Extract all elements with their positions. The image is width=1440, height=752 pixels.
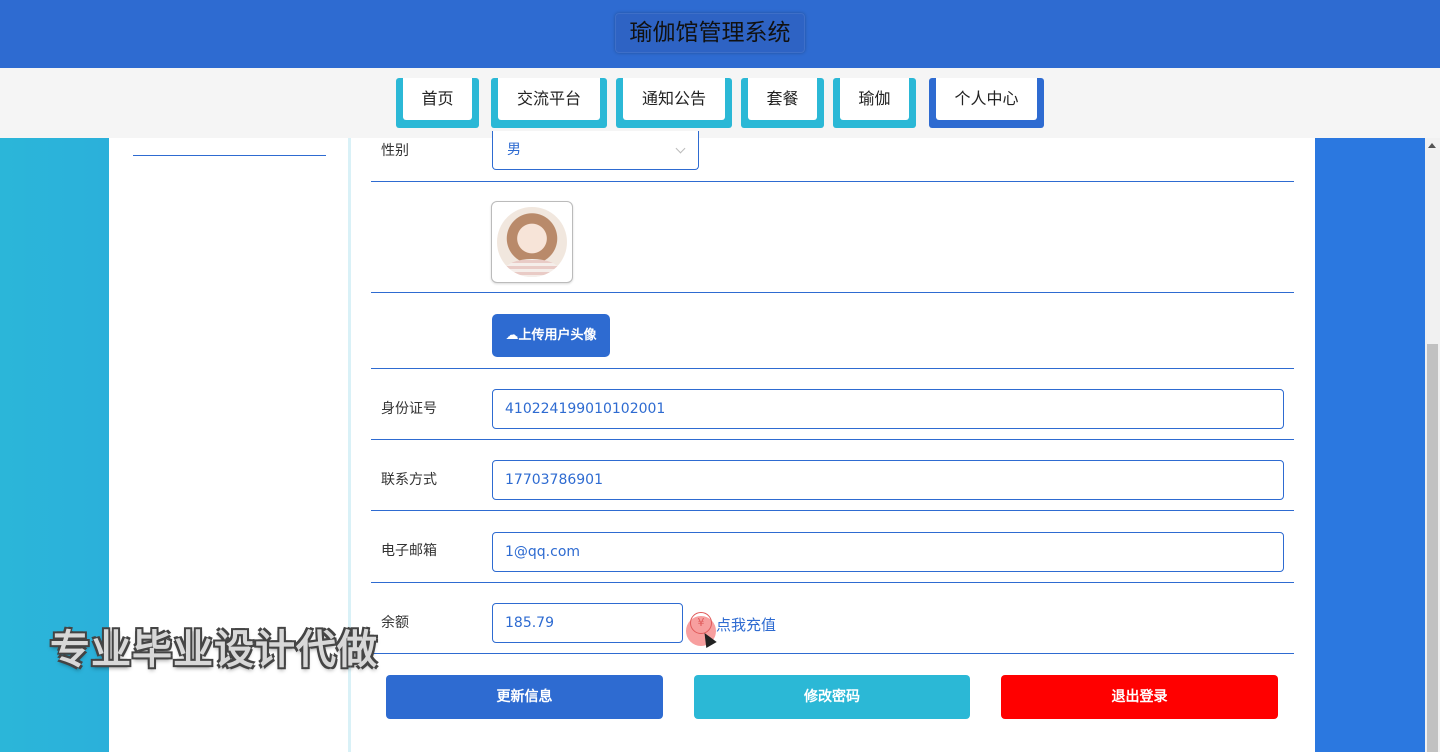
nav-home[interactable]: 首页: [396, 78, 479, 128]
system-title: 瑜伽馆管理系统: [615, 13, 805, 53]
cloud-upload-icon: ☁: [505, 328, 519, 343]
nav-notice-label: 通知公告: [623, 78, 725, 120]
email-label: 电子邮箱: [381, 543, 437, 559]
nav-forum-label: 交流平台: [498, 78, 600, 120]
nav-package-label: 套餐: [748, 78, 817, 120]
id-card-field[interactable]: 410224199010102001: [492, 389, 1284, 429]
row-divider: [371, 368, 1294, 369]
scroll-up-arrow-icon[interactable]: [1428, 143, 1436, 148]
row-divider: [371, 181, 1294, 182]
row-divider: [371, 510, 1294, 511]
upload-avatar-label: 上传用户头像: [518, 328, 597, 343]
logout-button[interactable]: 退出登录: [1001, 675, 1278, 719]
nav-forum[interactable]: 交流平台: [491, 78, 607, 128]
right-background: [1315, 138, 1425, 752]
nav-profile[interactable]: 个人中心: [929, 78, 1044, 128]
nav-package[interactable]: 套餐: [741, 78, 824, 128]
user-avatar: [491, 201, 573, 283]
recharge-link[interactable]: 点我充值: [716, 614, 776, 635]
top-header: 瑜伽馆管理系统: [0, 0, 1440, 68]
nav-yoga[interactable]: 瑜伽: [833, 78, 916, 128]
row-divider: [371, 653, 1294, 654]
watermark-text: 专业毕业设计代做: [50, 627, 378, 673]
main-nav: 首页 交流平台 通知公告 套餐 瑜伽 个人中心: [0, 68, 1440, 138]
nav-home-label: 首页: [403, 78, 472, 120]
chevron-down-icon: [675, 143, 686, 154]
balance-field: 185.79: [492, 603, 683, 643]
change-password-button[interactable]: 修改密码: [694, 675, 970, 719]
scroll-thumb[interactable]: [1427, 344, 1438, 752]
row-divider: [371, 582, 1294, 583]
row-divider: [371, 439, 1294, 440]
id-card-label: 身份证号: [381, 401, 437, 417]
phone-field[interactable]: 17703786901: [492, 460, 1284, 500]
update-info-button[interactable]: 更新信息: [386, 675, 663, 719]
page-scrollbar[interactable]: [1425, 138, 1440, 752]
email-field[interactable]: 1@qq.com: [492, 532, 1284, 572]
gender-select[interactable]: 男: [492, 131, 699, 170]
nav-profile-label: 个人中心: [936, 78, 1037, 120]
gender-value: 男: [507, 142, 521, 158]
balance-label: 余额: [381, 615, 409, 631]
nav-yoga-label: 瑜伽: [840, 78, 909, 120]
gender-label: 性别: [381, 143, 409, 159]
avatar-image: [497, 207, 567, 277]
sidebar-divider: [133, 155, 326, 156]
nav-notice[interactable]: 通知公告: [616, 78, 732, 128]
upload-avatar-button[interactable]: ☁上传用户头像: [492, 314, 610, 357]
row-divider: [371, 292, 1294, 293]
phone-label: 联系方式: [381, 472, 437, 488]
